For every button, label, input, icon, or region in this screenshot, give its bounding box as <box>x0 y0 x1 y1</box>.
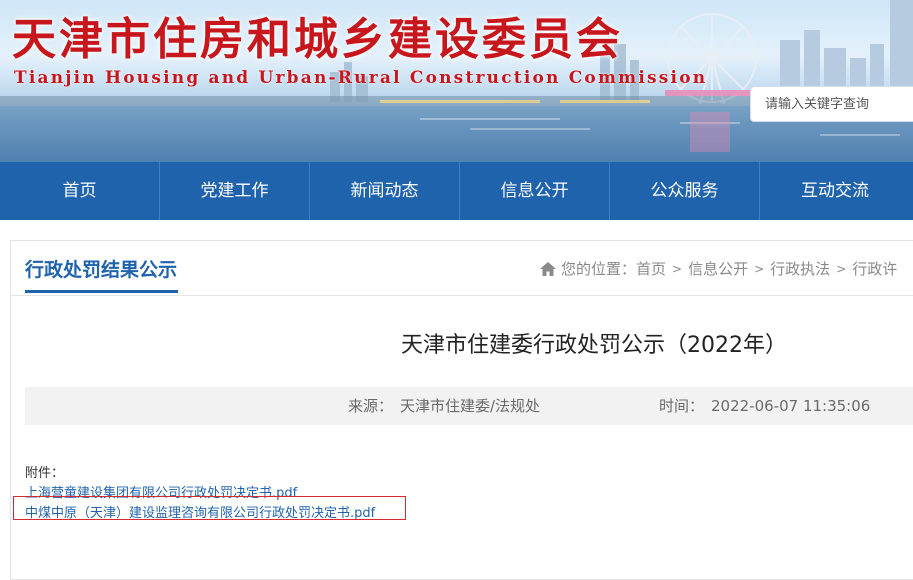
header-banner: 天津市住房和城乡建设委员会 Tianjin Housing and Urban-… <box>0 0 913 162</box>
site-title-english: Tianjin Housing and Urban-Rural Construc… <box>14 68 708 88</box>
breadcrumb-info-disclosure[interactable]: 信息公开 <box>688 258 748 279</box>
article-title: 天津市住建委行政处罚公示（2022年） <box>401 333 787 358</box>
article-meta-bar: 来源： 天津市住建委/法规处 时间： 2022-06-07 11:35:06 <box>25 387 913 425</box>
nav-item-news[interactable]: 新闻动态 <box>310 162 460 220</box>
source-label: 来源： <box>348 397 394 415</box>
time-label: 时间： <box>659 397 705 415</box>
breadcrumb-separator: > <box>754 261 765 276</box>
highlight-annotation-box <box>13 496 406 520</box>
source-value: 天津市住建委/法规处 <box>400 397 541 415</box>
section-title: 行政处罚结果公示 <box>25 259 178 281</box>
main-nav: 首页 党建工作 新闻动态 信息公开 公众服务 互动交流 <box>0 162 913 220</box>
nav-item-public-service[interactable]: 公众服务 <box>610 162 760 220</box>
section-title-underline <box>25 290 178 293</box>
breadcrumb-separator: > <box>836 261 847 276</box>
breadcrumb: 您的位置： 首页 > 信息公开 > 行政执法 > 行政许 <box>539 258 897 279</box>
breadcrumb-prefix: 您的位置： <box>561 260 637 278</box>
search-input[interactable] <box>750 86 913 122</box>
attachments-label: 附件： <box>25 466 65 481</box>
publish-time: 2022-06-07 11:35:06 <box>711 397 871 415</box>
site-title-chinese: 天津市住房和城乡建设委员会 <box>12 14 623 65</box>
breadcrumb-home[interactable]: 首页 <box>636 258 666 279</box>
content-panel: 行政处罚结果公示 您的位置： 首页 > 信息公开 > 行政执法 > 行政许 天津… <box>10 240 913 580</box>
panel-header: 行政处罚结果公示 您的位置： 首页 > 信息公开 > 行政执法 > 行政许 <box>11 241 913 296</box>
nav-item-party-building[interactable]: 党建工作 <box>160 162 310 220</box>
home-icon <box>540 261 556 276</box>
breadcrumb-admin-enforcement[interactable]: 行政执法 <box>770 258 830 279</box>
nav-item-interaction[interactable]: 互动交流 <box>760 162 910 220</box>
nav-item-info-disclosure[interactable]: 信息公开 <box>460 162 610 220</box>
breadcrumb-admin-license[interactable]: 行政许 <box>852 258 897 279</box>
breadcrumb-separator: > <box>672 261 683 276</box>
nav-item-home[interactable]: 首页 <box>0 162 160 220</box>
